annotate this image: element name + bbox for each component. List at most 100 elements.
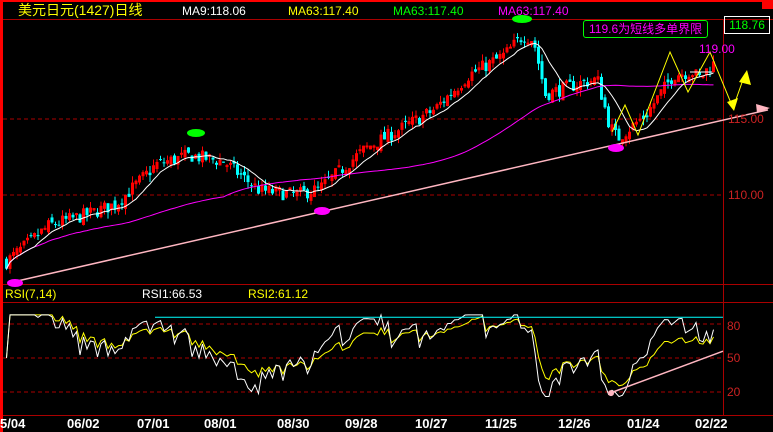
candle-body [617,128,621,141]
candle-body [365,145,369,148]
candle-body [302,185,306,191]
candle-body [558,85,561,97]
candle-body [113,200,117,209]
candle-body [337,165,341,168]
candle-body [495,54,498,59]
candle-body [271,188,274,194]
candle-body [691,75,694,78]
x-tick-label: 01/24 [627,416,660,431]
candle-body [29,235,33,237]
candle-body [547,93,551,100]
candle-body [222,161,225,163]
last-price-box: 118.76 [724,16,770,34]
candle-body [292,191,295,193]
candle-body [684,75,687,80]
candle-body [75,213,78,216]
chart-title: 美元日元(1427)日线 [18,2,143,18]
candle-body [638,118,642,121]
candle-body [57,224,61,226]
candle-body [600,76,603,100]
candle-body [246,175,250,183]
candle-body [78,214,82,223]
candle-body [537,46,540,64]
rsi1-label: RSI1:66.53 [142,287,203,301]
low-marker [7,279,23,287]
candle-body [442,101,446,103]
x-tick-label: 02/22 [695,416,728,431]
low-marker [314,207,330,215]
candle-body [43,227,47,230]
projection-arrowhead-down [727,98,738,111]
x-tick-label: 06/02 [67,416,100,431]
ma63-label-yellow: MA63:117.40 [288,4,359,18]
candle-body [281,190,285,201]
chart-window: 美元日元(1427)日线 MA9:118.06 MA63:117.40 MA63… [0,0,773,432]
candle-body [484,62,488,72]
candle-body [544,78,547,96]
ma63-label-green: MA63:117.40 [393,4,464,18]
candle-body [64,215,68,219]
candle-body [50,217,54,223]
candle-body [404,120,407,122]
candle-body [236,164,239,175]
candle-body [341,169,344,173]
x-tick-label: 08/01 [204,416,237,431]
candle-body [264,185,267,191]
candle-body [215,162,218,165]
ma63-label-magenta: MA63:117.40 [498,4,569,18]
candle-body [666,79,670,83]
candle-body [229,162,232,165]
candle-body [383,131,386,140]
candle-body [526,42,530,45]
rsi2-line [6,314,714,387]
candle-body [187,147,190,153]
candle-body [603,97,607,108]
candle-body [127,193,131,197]
candle-body [474,69,477,72]
low-marker [608,144,624,152]
candle-body [54,224,57,226]
candle-body [253,183,257,186]
candle-body [159,159,162,161]
candle-body [509,46,512,49]
chart-canvas[interactable] [0,0,773,432]
candle-body [316,186,320,188]
x-tick-label: 12/26 [558,416,591,431]
y-tick-115: 115.00 [728,112,764,126]
rsi-tick-80: 80 [727,319,741,333]
ma9-label: MA9:118.06 [182,4,246,18]
peak-marker [187,129,205,137]
corner-block [762,0,773,9]
candle-body [428,110,432,113]
ma9-line [6,42,714,269]
projection-zigzag [611,50,746,137]
left-border [0,0,3,432]
candle-body [148,172,152,176]
candle-body [36,235,40,237]
candle-body [523,41,526,43]
candle-body [250,185,253,187]
candle-body [197,153,201,162]
candle-body [670,80,673,84]
candle-body [607,106,610,128]
candle-body [71,214,75,218]
x-tick-label: 10/27 [415,416,448,431]
candle-body [173,155,176,164]
candle-body [120,203,124,205]
candle-body [85,208,89,216]
x-tick-label: 5/04 [0,416,26,431]
rsi1-line [6,313,714,398]
candle-body [225,165,229,168]
note-box: 119.6为短线多单界限 [583,20,709,38]
candle-body [390,131,393,141]
candle-body [540,61,544,80]
candle-body [519,40,523,43]
candle-body [358,149,362,152]
candle-body [418,118,421,125]
candle-body [180,152,183,155]
x-tick-label: 09/28 [345,416,378,431]
candle-body [257,185,260,194]
candle-body [306,189,309,199]
rsi-title: RSI(7,14) [5,287,57,301]
target-label: 119.00 [699,42,735,56]
